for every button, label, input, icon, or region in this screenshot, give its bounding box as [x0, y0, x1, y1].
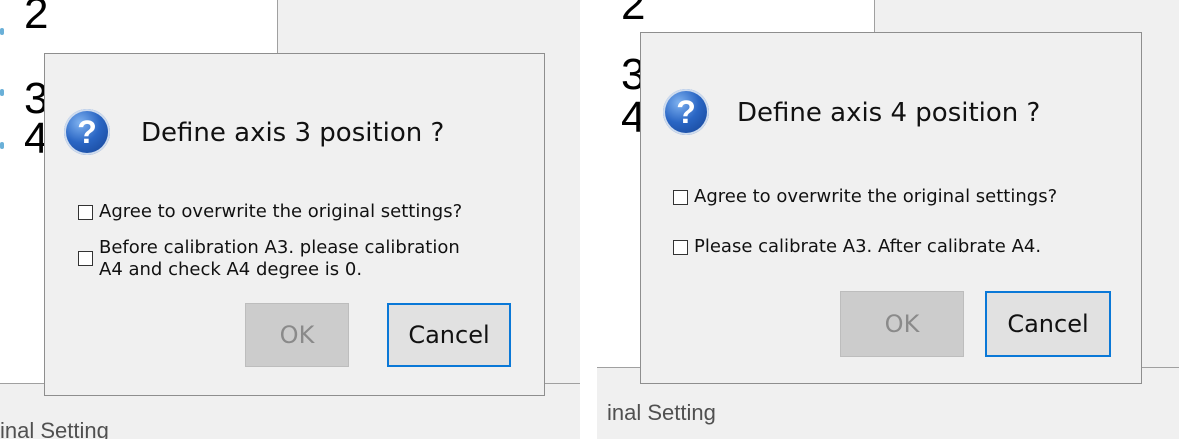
calibration-label: Please calibrate A3. After calibrate A4. [694, 236, 1042, 257]
cancel-button[interactable]: Cancel [985, 291, 1111, 357]
footer-label: inal Setting [0, 418, 109, 439]
marker-dot [0, 28, 4, 35]
cancel-button[interactable]: Cancel [387, 303, 511, 367]
background-divider [277, 0, 278, 60]
overwrite-option-row: Agree to overwrite the original settings… [78, 201, 462, 223]
overwrite-checkbox[interactable] [78, 205, 93, 220]
overwrite-label: Agree to overwrite the original settings… [694, 186, 1058, 207]
calibration-checkbox[interactable] [78, 251, 93, 266]
confirm-dialog: ? Define axis 4 position ? Agree to over… [640, 32, 1142, 384]
calibration-option-row: Before calibration A3. please calibratio… [78, 237, 460, 281]
question-help-icon: ? [663, 89, 709, 135]
footer-label: inal Setting [607, 400, 716, 425]
background-divider [874, 0, 875, 36]
number-label: 2 [621, 0, 646, 29]
dialog-title: Define axis 3 position ? [141, 118, 445, 148]
marker-dot [0, 142, 4, 149]
number-label: 2 [24, 0, 49, 38]
right-screenshot-panel: 2 3 4 inal Setting ? Define axis 4 posit… [597, 0, 1179, 439]
overwrite-label: Agree to overwrite the original settings… [99, 201, 463, 222]
dialog-title: Define axis 4 position ? [737, 98, 1041, 128]
overwrite-checkbox[interactable] [673, 190, 688, 205]
marker-dot [0, 89, 4, 96]
calibration-checkbox[interactable] [673, 240, 688, 255]
question-help-icon: ? [64, 109, 110, 155]
calibration-option-row: Please calibrate A3. After calibrate A4. [673, 236, 1041, 258]
ok-button[interactable]: OK [245, 303, 349, 367]
confirm-dialog: ? Define axis 3 position ? Agree to over… [44, 53, 545, 396]
ok-button[interactable]: OK [840, 291, 964, 357]
overwrite-option-row: Agree to overwrite the original settings… [673, 186, 1057, 208]
calibration-label: Before calibration A3. please calibratio… [99, 237, 460, 280]
left-screenshot-panel: 2 3 4 inal Setting ? Define axis 3 posit… [0, 0, 580, 439]
